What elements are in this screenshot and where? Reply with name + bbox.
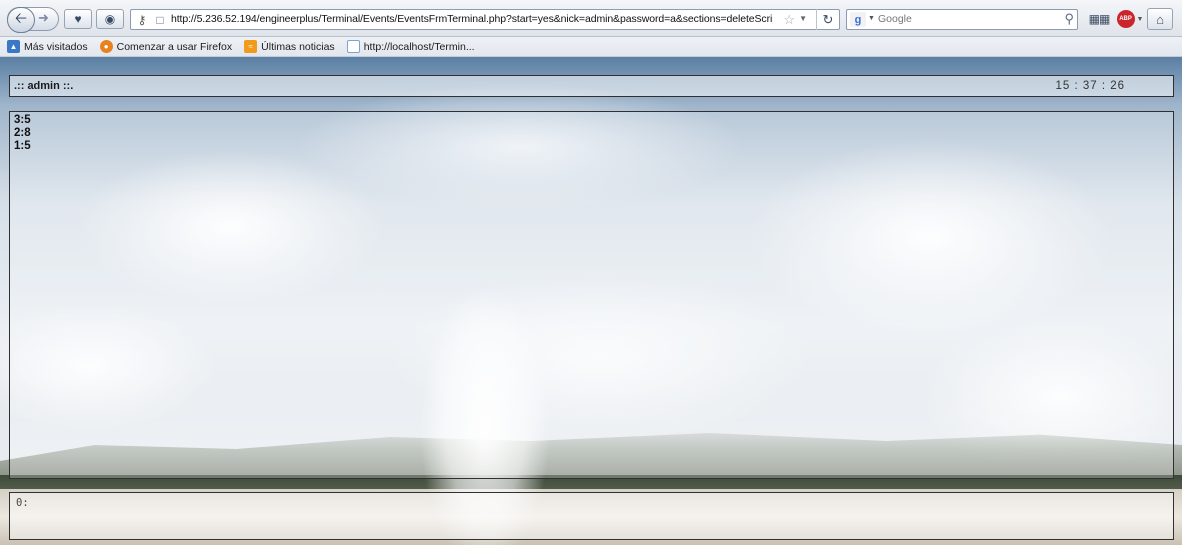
search-go-icon[interactable]: ⚲	[1064, 11, 1074, 27]
bookmark-label: Últimas noticias	[261, 40, 335, 53]
command-input[interactable]: 0:	[9, 492, 1174, 540]
engine-dropdown-icon[interactable]: ▼	[868, 15, 875, 22]
bookmarks-toolbar: ▲ Más visitados ● Comenzar a usar Firefo…	[0, 37, 1182, 57]
grid-menu-icon[interactable]: ▦▦	[1088, 9, 1111, 29]
adblock-icon: ABP	[1116, 10, 1135, 28]
back-arrow-icon: 🡠	[14, 9, 28, 27]
back-button[interactable]: 🡠	[7, 7, 35, 33]
back-forward-group: 🡠 ➜	[7, 7, 59, 33]
input-prompt[interactable]: 0:	[16, 497, 29, 509]
terminal-page: .:: admin ::. 15 : 37 : 26 3:5 2:8 1:5 0…	[0, 57, 1182, 545]
output-panel: 3:5 2:8 1:5	[9, 111, 1174, 479]
search-placeholder[interactable]: Google	[878, 13, 912, 25]
output-line: 3:5	[14, 114, 31, 126]
url-text[interactable]: http://5.236.52.194/engineerplus/Termina…	[171, 13, 773, 25]
page-icon: □	[156, 12, 164, 27]
search-bar[interactable]: g ▼ Google ⚲	[846, 9, 1078, 30]
adblock-button[interactable]: ABP ▼	[1116, 9, 1144, 29]
bookmark-label: http://localhost/Termin...	[363, 40, 475, 53]
history-dropdown-icon[interactable]: ▼	[799, 14, 807, 23]
identity-button[interactable]: ◉	[96, 9, 124, 29]
bookmark-label: Más visitados	[24, 40, 88, 53]
adblock-dropdown-icon: ▼	[1136, 15, 1144, 23]
navigation-toolbar: 🡠 ➜ ♥ ◉ ⚷ □ http://5.236.52.194/engineer…	[0, 0, 1182, 37]
output-line: 2:8	[14, 127, 31, 139]
bookmark-firefox[interactable]: ● Comenzar a usar Firefox	[99, 40, 233, 53]
reload-button[interactable]: ↻	[816, 9, 839, 30]
bookmark-news[interactable]: ≈ Últimas noticias	[244, 40, 335, 53]
history-icon: ♥	[74, 12, 82, 26]
output-line: 1:5	[14, 140, 31, 152]
history-button[interactable]: ♥	[64, 9, 92, 29]
output-lines: 3:5 2:8 1:5	[14, 114, 31, 153]
bookmark-star-icon[interactable]: ☆	[783, 12, 795, 28]
key-icon[interactable]: ⚷	[133, 12, 151, 27]
bookmark-label: Comenzar a usar Firefox	[116, 40, 233, 53]
address-bar[interactable]: ⚷ □ http://5.236.52.194/engineerplus/Ter…	[130, 9, 840, 30]
most-visited-icon: ▲	[7, 40, 20, 53]
reload-icon: ↻	[822, 11, 834, 27]
bookmark-most-visited[interactable]: ▲ Más visitados	[7, 40, 88, 53]
clock-display: 15 : 37 : 26	[1055, 80, 1125, 92]
header-panel: .:: admin ::. 15 : 37 : 26	[9, 75, 1174, 97]
page-icon	[346, 40, 360, 53]
home-button[interactable]: ⌂	[1147, 8, 1173, 30]
google-engine-icon[interactable]: g	[850, 12, 866, 27]
rss-icon: ≈	[244, 40, 258, 53]
firefox-icon: ●	[99, 40, 113, 53]
home-icon: ⌂	[1156, 11, 1164, 27]
user-label: .:: admin ::.	[14, 80, 74, 92]
bookmark-localhost[interactable]: http://localhost/Termin...	[346, 40, 475, 53]
eye-icon: ◉	[104, 12, 116, 26]
forward-button[interactable]: ➜	[38, 10, 49, 26]
